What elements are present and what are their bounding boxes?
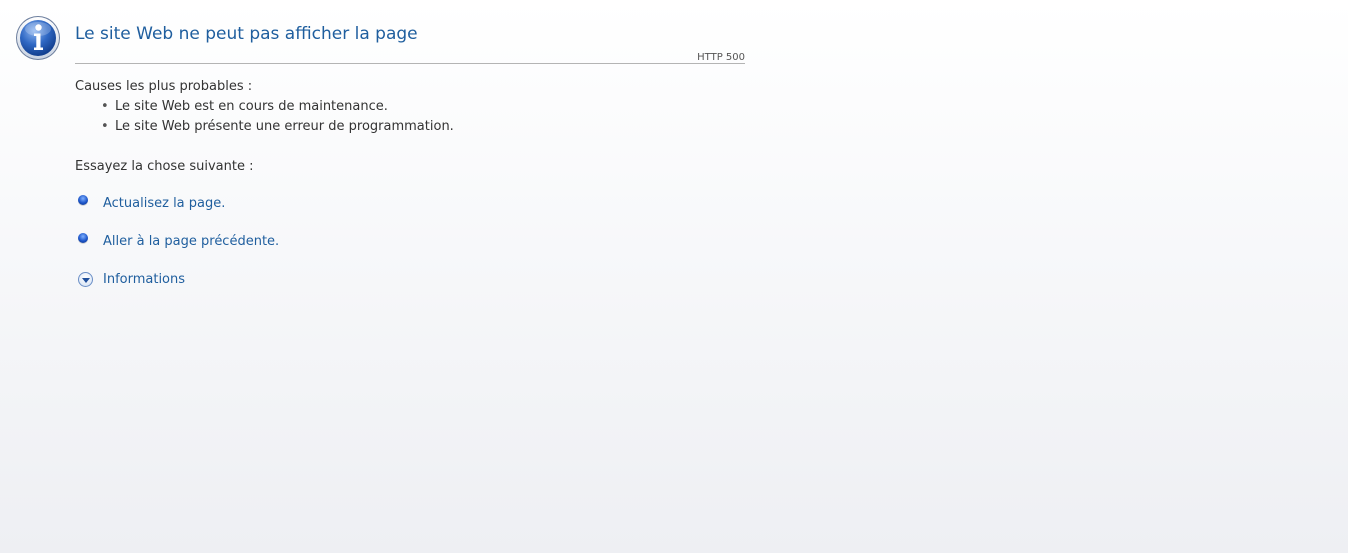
- bullet-icon: •: [101, 119, 109, 134]
- cause-text: Le site Web est en cours de maintenance.: [115, 99, 388, 114]
- cause-text: Le site Web présente une erreur de progr…: [115, 119, 454, 134]
- try-heading: Essayez la chose suivante :: [75, 159, 254, 174]
- go-back-link[interactable]: Aller à la page précédente.: [103, 234, 279, 249]
- more-information-link[interactable]: Informations: [103, 272, 185, 287]
- page-title: Le site Web ne peut pas afficher la page: [75, 24, 418, 44]
- blue-bullet-icon: [78, 233, 88, 243]
- refresh-page-action[interactable]: Actualisez la page.: [78, 193, 225, 213]
- info-icon: [16, 16, 60, 60]
- refresh-page-link[interactable]: Actualisez la page.: [103, 196, 225, 211]
- bullet-icon: •: [101, 99, 109, 114]
- go-back-action[interactable]: Aller à la page précédente.: [78, 231, 279, 251]
- chevron-down-icon[interactable]: [78, 271, 93, 287]
- causes-heading: Causes les plus probables :: [75, 79, 253, 94]
- list-item: • Le site Web présente une erreur de prog…: [101, 119, 454, 139]
- blue-bullet-icon: [78, 195, 88, 205]
- causes-list: • Le site Web est en cours de maintenance…: [101, 99, 454, 139]
- title-divider: [75, 63, 745, 64]
- http-status-code: HTTP 500: [697, 52, 745, 63]
- more-information-toggle[interactable]: Informations: [78, 269, 185, 289]
- list-item: • Le site Web est en cours de maintenance…: [101, 99, 454, 119]
